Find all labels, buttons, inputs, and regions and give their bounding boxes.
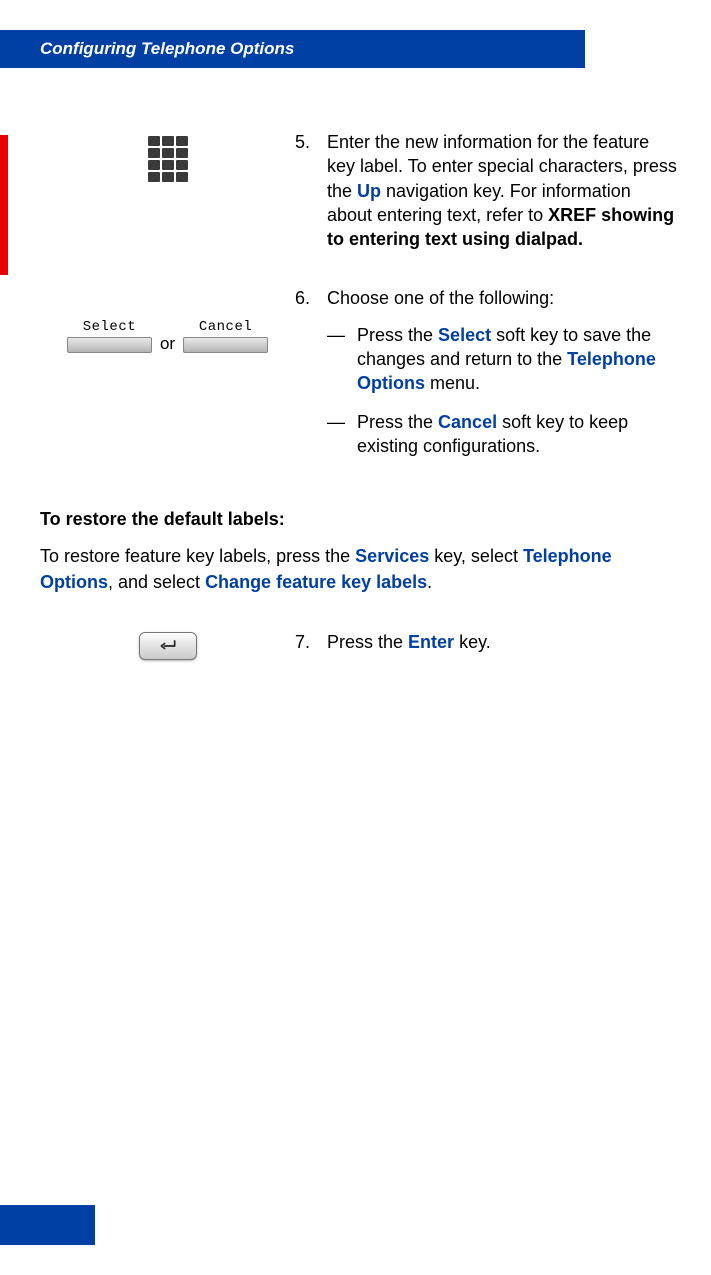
enter-key-icon bbox=[139, 632, 197, 660]
text: Press the bbox=[327, 632, 408, 652]
dash: — bbox=[327, 410, 357, 459]
text: menu. bbox=[425, 373, 480, 393]
cancel-label: Cancel bbox=[199, 319, 252, 335]
text: , and select bbox=[108, 572, 205, 592]
page-title: Configuring Telephone Options bbox=[40, 39, 294, 59]
step-number: 6. bbox=[295, 286, 327, 472]
or-text: or bbox=[160, 334, 175, 354]
step-number: 7. bbox=[295, 630, 327, 654]
select-button-graphic bbox=[67, 337, 152, 353]
text: To restore feature key labels, press the bbox=[40, 546, 355, 566]
dash: — bbox=[327, 323, 357, 396]
cancel-button-graphic bbox=[183, 337, 268, 353]
option-b: — Press the Cancel soft key to keep exis… bbox=[327, 410, 680, 459]
step-intro: Choose one of the following: bbox=[327, 286, 680, 310]
text: . bbox=[427, 572, 432, 592]
change-feature-key-labels-ref: Change feature key labels bbox=[205, 572, 427, 592]
restore-section: To restore the default labels: To restor… bbox=[40, 507, 680, 595]
keypad-icon bbox=[148, 136, 188, 182]
select-label: Select bbox=[83, 319, 136, 335]
content: 5. Enter the new information for the fea… bbox=[40, 130, 680, 695]
text: key. bbox=[454, 632, 491, 652]
keypad-illustration bbox=[40, 130, 295, 251]
up-key-ref: Up bbox=[357, 181, 381, 201]
header-bar: Configuring Telephone Options bbox=[0, 30, 585, 68]
step-number: 5. bbox=[295, 130, 327, 251]
restore-text: To restore feature key labels, press the… bbox=[40, 544, 680, 594]
step-7: 7. Press the Enter key. bbox=[40, 630, 680, 660]
text: key, select bbox=[429, 546, 523, 566]
cancel-ref: Cancel bbox=[438, 412, 497, 432]
select-softkey: Select bbox=[67, 319, 152, 353]
select-ref: Select bbox=[438, 325, 491, 345]
option-a: — Press the Select soft key to save the … bbox=[327, 323, 680, 396]
enter-ref: Enter bbox=[408, 632, 454, 652]
enter-key-illustration bbox=[40, 630, 295, 660]
step-text: Enter the new information for the featur… bbox=[327, 130, 680, 251]
revision-bar bbox=[0, 135, 8, 275]
restore-title: To restore the default labels: bbox=[40, 507, 680, 532]
services-ref: Services bbox=[355, 546, 429, 566]
text: Press the bbox=[357, 325, 438, 345]
softkey-illustration: Select or Cancel bbox=[40, 286, 295, 472]
step-5: 5. Enter the new information for the fea… bbox=[40, 130, 680, 251]
step-6: Select or Cancel 6. Choose one of the fo… bbox=[40, 286, 680, 472]
text: Press the bbox=[357, 412, 438, 432]
footer-accent bbox=[0, 1205, 95, 1245]
step-text: Press the Enter key. bbox=[327, 630, 680, 654]
cancel-softkey: Cancel bbox=[183, 319, 268, 353]
